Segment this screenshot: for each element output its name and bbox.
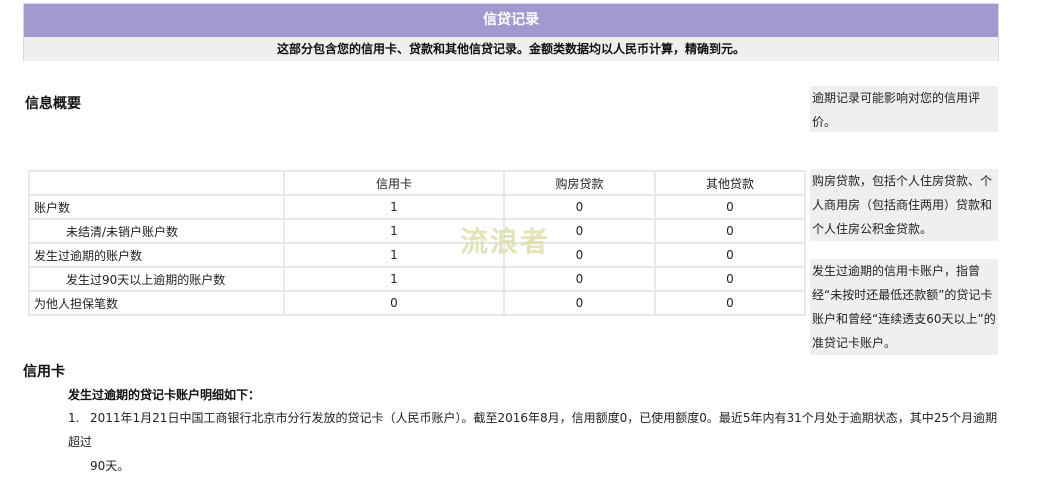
row-label: 发生过逾期的账户数 xyxy=(28,242,285,268)
table-cell: 0 xyxy=(503,194,656,220)
row-label: 账户数 xyxy=(28,194,285,220)
header-title: 信贷记录 xyxy=(24,4,998,37)
column-header: 购房贷款 xyxy=(503,170,656,196)
note-mortgage: 购房贷款，包括个人住房贷款、个人商用房（包括商住两用）贷款和个人住房公积金贷款。 xyxy=(810,169,998,241)
row-label: 未结清/未销户账户数 xyxy=(28,218,285,244)
table-cell: 0 xyxy=(654,290,806,316)
table-header-row: 信用卡 购房贷款 其他贷款 xyxy=(28,170,806,196)
table-cell: 0 xyxy=(654,218,806,244)
column-header: 信用卡 xyxy=(283,170,505,196)
table-row: 发生过90天以上逾期的账户数 1 0 0 xyxy=(28,266,806,292)
detail-list: 1. 2011年1月21日中国工商银行北京市分行发放的贷记卡（人民币账户）。截至2… xyxy=(68,406,1008,478)
credit-record-header: 信贷记录 这部分包含您的信用卡、贷款和其他信贷记录。金额类数据均以人民币计算，精… xyxy=(23,3,999,61)
table-row: 账户数 1 0 0 xyxy=(28,194,806,220)
overview-title: 信息概要 xyxy=(25,96,81,112)
table-cell: 0 xyxy=(654,194,806,220)
column-header: 其他贷款 xyxy=(654,170,806,196)
table-cell: 0 xyxy=(654,266,806,292)
table-cell: 0 xyxy=(283,290,505,316)
detail-text-continued: 90天。 xyxy=(90,459,130,473)
list-index: 1. xyxy=(68,411,80,425)
table-cell: 0 xyxy=(503,290,656,316)
row-label: 为他人担保笔数 xyxy=(28,290,285,316)
table-cell: 0 xyxy=(503,266,656,292)
table-cell: 0 xyxy=(654,242,806,268)
table-row: 未结清/未销户账户数 1 0 0 xyxy=(28,218,806,244)
credit-card-subtitle: 发生过逾期的贷记卡账户明细如下： xyxy=(68,388,261,402)
row-label: 发生过90天以上逾期的账户数 xyxy=(28,266,285,292)
list-item: 1. 2011年1月21日中国工商银行北京市分行发放的贷记卡（人民币账户）。截至2… xyxy=(68,406,1008,478)
table-cell: 1 xyxy=(283,266,505,292)
overview-table: 信用卡 购房贷款 其他贷款 账户数 1 0 0 未结清/未销户账户数 1 0 0… xyxy=(28,170,806,316)
detail-text: 2011年1月21日中国工商银行北京市分行发放的贷记卡（人民币账户）。截至201… xyxy=(68,411,998,449)
watermark: 流浪者 xyxy=(460,225,551,258)
table-cell: 1 xyxy=(283,194,505,220)
note-overdue-card: 发生过逾期的信用卡账户，指曾经“未按时还最低还款额”的贷记卡账户和曾经“连续透支… xyxy=(810,259,998,355)
header-description: 这部分包含您的信用卡、贷款和其他信贷记录。金额类数据均以人民币计算，精确到元。 xyxy=(24,37,998,61)
credit-card-title: 信用卡 xyxy=(23,364,65,380)
column-header xyxy=(28,170,285,196)
table-row: 发生过逾期的账户数 1 0 0 xyxy=(28,242,806,268)
note-overdue: 逾期记录可能影响对您的信用评价。 xyxy=(810,86,998,132)
table-row: 为他人担保笔数 0 0 0 xyxy=(28,290,806,316)
